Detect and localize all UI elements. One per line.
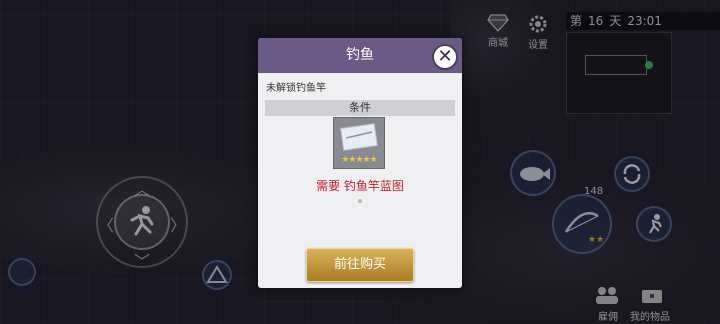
close-button[interactable]: ✕ bbox=[432, 44, 458, 70]
item-stars: ★★★★★ bbox=[341, 155, 377, 165]
requirement-text: 需要 钓鱼竿蓝图 bbox=[316, 179, 404, 193]
close-icon: ✕ bbox=[437, 46, 453, 67]
blueprint-scroll-icon bbox=[340, 123, 378, 151]
dialog-subtitle: 未解锁钓鱼竿 bbox=[266, 83, 326, 94]
page-dot bbox=[358, 199, 362, 203]
dialog-title: 钓鱼 bbox=[346, 47, 374, 63]
conditions-header: 条件 bbox=[265, 100, 455, 116]
fishing-dialog: 钓鱼 ✕ 未解锁钓鱼竿 条件 ★★★★★ 需要 钓鱼竿蓝图 前往购买 bbox=[258, 38, 462, 288]
dialog-header: 钓鱼 ✕ bbox=[258, 38, 462, 73]
go-buy-button[interactable]: 前往购买 bbox=[306, 248, 414, 282]
blueprint-item-slot[interactable]: ★★★★★ bbox=[333, 117, 385, 169]
